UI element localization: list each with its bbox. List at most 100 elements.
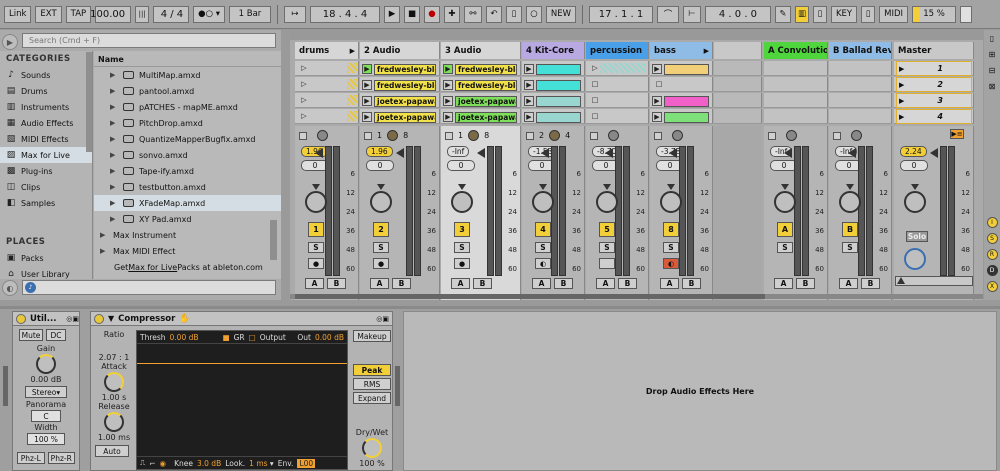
clip-play-icon[interactable]: ▷ xyxy=(590,63,600,73)
pan-knob[interactable] xyxy=(660,191,682,213)
clip-play-icon[interactable]: ▶ xyxy=(362,63,372,74)
chevron-right-icon[interactable]: ▶ xyxy=(110,87,118,95)
thresh-value[interactable]: 0.00 dB xyxy=(170,333,199,342)
lookahead-select[interactable]: 1 ms ▾ xyxy=(249,459,274,468)
send-knob[interactable] xyxy=(851,130,862,141)
folder-item[interactable]: ▶ Max Instrument xyxy=(94,227,281,243)
device-mid-scroll[interactable] xyxy=(395,366,400,406)
play-icon[interactable]: ▶ xyxy=(383,5,400,23)
follow-icon[interactable]: ↦ xyxy=(283,5,306,23)
loop-start-field[interactable]: 17 . 1 . 1 xyxy=(588,5,653,23)
clip-slot[interactable] xyxy=(714,61,762,76)
io-button[interactable]: I xyxy=(984,214,1000,230)
track-activator-button[interactable]: 3 xyxy=(454,222,470,237)
device-menu-icon[interactable]: ◎▣ xyxy=(66,315,79,323)
folder-item[interactable]: ▶ Max MIDI Effect xyxy=(94,243,281,259)
clip[interactable]: ▶ xyxy=(524,78,583,91)
arm-button[interactable]: ● xyxy=(308,258,324,269)
search-input[interactable]: Search (Cmd + F) xyxy=(22,33,276,48)
solo-button[interactable]: S xyxy=(663,242,679,253)
clip-play-icon[interactable]: ▶ xyxy=(443,79,453,90)
crossfade-b-button[interactable]: B xyxy=(618,278,637,289)
chevron-right-icon[interactable]: ▶ xyxy=(110,167,118,175)
track-fold-icon[interactable]: ▶ xyxy=(350,47,355,55)
return-header-a[interactable]: A Convolutio xyxy=(764,42,828,59)
drywet-knob[interactable] xyxy=(362,438,382,458)
crossfader-slider[interactable] xyxy=(895,276,973,286)
clip-play-icon[interactable]: ▷ xyxy=(299,111,309,121)
clip-slot[interactable] xyxy=(764,93,828,108)
drop-zone[interactable]: Drop Audio Effects Here xyxy=(403,311,997,471)
cue-volume-knob[interactable] xyxy=(904,248,926,270)
crossfade-b-button[interactable]: B xyxy=(392,278,411,289)
tap-tempo-button[interactable]: TAP xyxy=(65,5,92,23)
clip[interactable]: ▶joetex-papawast xyxy=(443,110,519,123)
preview-toggle-icon[interactable]: ◐ xyxy=(2,280,18,296)
fader-handle-icon[interactable] xyxy=(605,148,613,158)
expand-button[interactable]: Expand xyxy=(353,392,391,404)
track-activator-button[interactable]: 8 xyxy=(663,222,679,237)
category-midi-effects[interactable]: ▧ MIDI Effects xyxy=(0,131,92,147)
release-knob[interactable] xyxy=(104,412,124,432)
crossfade-b-button[interactable]: B xyxy=(796,278,815,289)
volume-field[interactable]: 2.24 xyxy=(900,146,927,157)
mute-button[interactable]: Mute xyxy=(19,329,43,341)
add-icon[interactable]: ✚ xyxy=(443,5,460,23)
fader-handle-icon[interactable] xyxy=(396,148,404,158)
file-item[interactable]: ▶ testbutton.amxd xyxy=(94,179,281,195)
clip-play-icon[interactable]: ▷ xyxy=(299,79,309,89)
pan-knob[interactable] xyxy=(370,191,392,213)
preview-headphone-icon[interactable]: ♪ xyxy=(25,282,36,293)
clip[interactable]: ▶ xyxy=(652,94,711,107)
chevron-right-icon[interactable]: ▶ xyxy=(110,151,118,159)
track-header-3[interactable]: 3 Audio xyxy=(441,42,521,59)
makeup-button[interactable]: Makeup xyxy=(353,330,391,342)
chevron-right-icon[interactable]: ▶ xyxy=(100,231,108,239)
clip[interactable]: ▶ xyxy=(652,110,711,123)
solo-cue-button[interactable]: Solo xyxy=(906,231,928,242)
clip-play-icon[interactable]: ▷ xyxy=(299,63,309,73)
record-icon[interactable]: ● xyxy=(423,5,440,23)
arm-button[interactable]: ● xyxy=(454,258,470,269)
pan-knob[interactable] xyxy=(596,191,618,213)
chevron-right-icon[interactable]: ▶ xyxy=(110,215,118,223)
clip-play-icon[interactable]: ▶ xyxy=(524,79,534,90)
send-knob[interactable] xyxy=(387,130,399,141)
solo-button[interactable]: S xyxy=(454,242,470,253)
solo-button[interactable]: S xyxy=(308,242,324,253)
scene-launch-3[interactable]: ▶ 3 xyxy=(896,93,972,108)
crossfade-a-button[interactable]: A xyxy=(839,278,858,289)
fader-handle-icon[interactable] xyxy=(930,148,938,158)
solo-button[interactable]: S xyxy=(373,242,389,253)
send-knob[interactable] xyxy=(549,130,561,141)
monitor-box[interactable] xyxy=(768,131,776,140)
arm-button[interactable]: ● xyxy=(373,258,389,269)
time-signature-field[interactable]: 4 / 4 xyxy=(153,5,190,23)
preview-bar[interactable]: ♪ xyxy=(22,280,276,295)
monitor-box[interactable] xyxy=(364,131,372,140)
sends-toggle-icon[interactable]: ⊞ xyxy=(984,46,1000,62)
view-activity-icon[interactable]: ◉ xyxy=(160,459,167,468)
track-header-1[interactable]: drums ▶ xyxy=(295,42,359,59)
device-on-icon[interactable] xyxy=(16,313,26,324)
track-activator-button[interactable]: 4 xyxy=(535,222,551,237)
device-on-icon[interactable] xyxy=(94,313,104,324)
file-item[interactable]: ▶ PitchDrop.amxd xyxy=(94,115,281,131)
envelope-select[interactable]: L00 xyxy=(297,458,316,468)
stop-icon[interactable]: ■ xyxy=(403,5,420,23)
clip-play-icon[interactable]: □ xyxy=(590,79,600,89)
loop-length-field[interactable]: 4 . 0 . 0 xyxy=(704,5,771,23)
clip-play-icon[interactable]: ▶ xyxy=(652,111,662,122)
phase-right-button[interactable]: Phz-R xyxy=(47,452,75,464)
track-header-4[interactable]: 4 Kit-Core xyxy=(522,42,585,59)
monitor-box[interactable] xyxy=(526,131,534,140)
width-slider[interactable]: 100 % xyxy=(27,433,65,445)
punch-in-icon[interactable]: ⊢ xyxy=(682,5,701,23)
chevron-right-icon[interactable]: ▶ xyxy=(110,71,118,79)
scene-launch-1[interactable]: ▶ 1 xyxy=(896,61,972,76)
fader-handle-icon[interactable] xyxy=(477,148,485,158)
clip-play-icon[interactable]: ▶ xyxy=(362,95,372,106)
crossfade-a-button[interactable]: A xyxy=(596,278,615,289)
arm-button[interactable]: ◐ xyxy=(663,258,679,269)
chevron-right-icon[interactable]: ▶ xyxy=(110,183,118,191)
